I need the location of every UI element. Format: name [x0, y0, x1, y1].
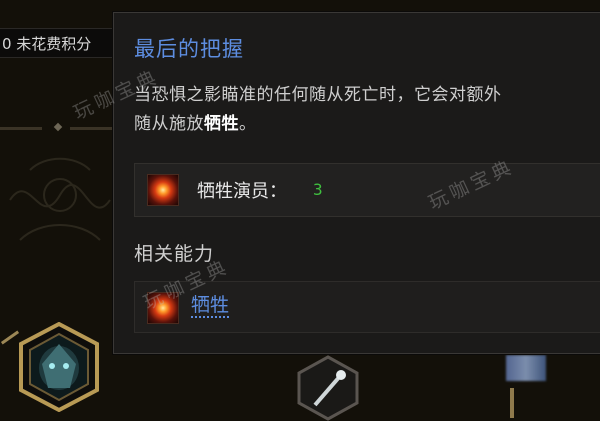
description-line-1: 当恐惧之影瞄准的任何随从死亡时，它会对额外 [134, 85, 502, 105]
description-line-2-end: 。 [239, 114, 257, 134]
related-ability-row[interactable]: 牺牲 [134, 281, 600, 333]
stat-label: 牺牲演员： [197, 181, 287, 202]
ability-link-sacrifice[interactable]: 牺牲 [191, 294, 230, 318]
divider-right [70, 127, 113, 130]
related-abilities-header: 相关能力 [134, 243, 215, 265]
description-line-2-start: 随从施放 [134, 114, 204, 134]
tooltip-title: 最后的把握 [134, 37, 244, 61]
background-ornament [9, 157, 111, 241]
sacrifice-icon [147, 292, 179, 324]
sacrifice-icon [147, 174, 179, 206]
stat-value: 3 [313, 180, 323, 199]
tooltip-description: 当恐惧之影瞄准的任何随从死亡时，它会对额外 随从施放牺牲。 [134, 81, 600, 139]
skill-tooltip: 最后的把握 当恐惧之影瞄准的任何随从死亡时，它会对额外 随从施放牺牲。 牺牲演员… [113, 12, 600, 354]
unspent-points-bar: 0 未花费积分 [0, 28, 116, 58]
shadow-skill-node[interactable] [14, 322, 104, 412]
unspent-points-text: 0 未花费积分 [2, 35, 92, 53]
connector-line-2 [510, 388, 514, 418]
skill-node-2[interactable] [295, 355, 361, 421]
description-keyword: 牺牲 [204, 114, 239, 134]
divider-dot [53, 122, 63, 132]
stat-row: 牺牲演员： 3 [134, 163, 600, 217]
divider-left [0, 127, 42, 130]
blurred-element [506, 355, 546, 381]
